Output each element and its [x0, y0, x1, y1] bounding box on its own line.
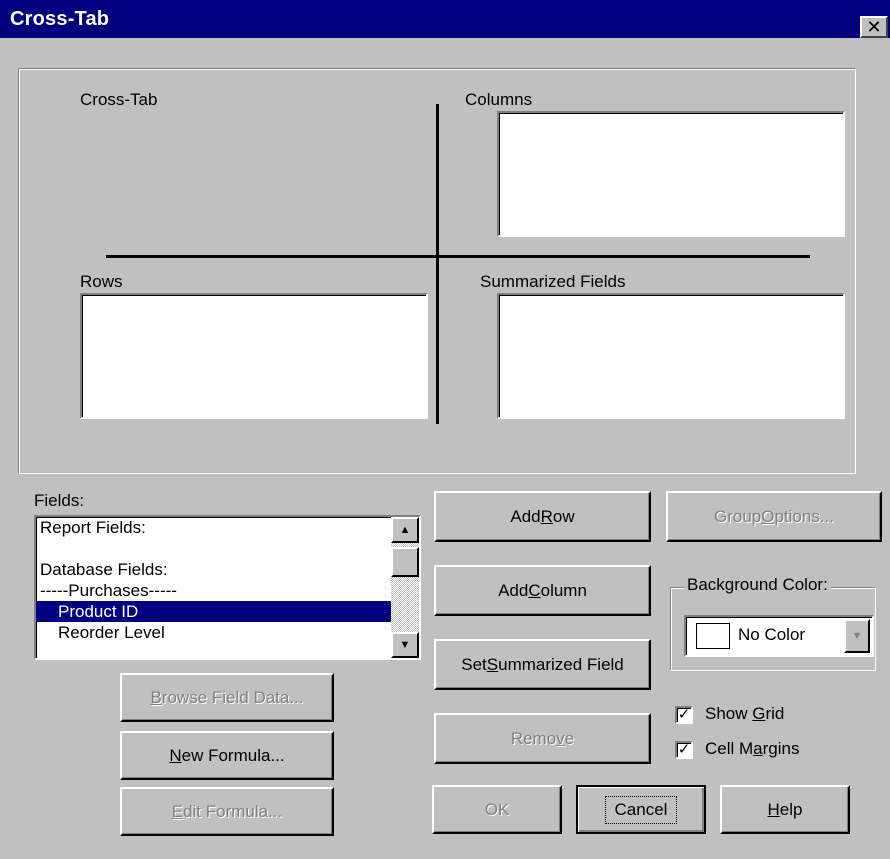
- scroll-up-button[interactable]: ▲: [391, 517, 419, 543]
- fields-listbox[interactable]: Report Fields: Database Fields: -----Purc…: [34, 515, 421, 660]
- rows-box[interactable]: [80, 293, 428, 419]
- label-key: B: [150, 687, 162, 707]
- fields-scrollbar[interactable]: ▲ ▼: [391, 517, 419, 658]
- label-pre: Remo: [510, 728, 557, 748]
- label-post: ummarized Field: [498, 654, 624, 674]
- add-row-button[interactable]: Add Row: [434, 491, 651, 542]
- label-pre: Set: [461, 654, 487, 674]
- label-key: C: [528, 580, 541, 600]
- scroll-down-button[interactable]: ▼: [391, 632, 419, 658]
- browse-field-data-button[interactable]: Browse Field Data...: [120, 673, 334, 722]
- list-item[interactable]: Database Fields:: [36, 559, 419, 580]
- label-pre: Group: [713, 506, 762, 526]
- label-key: N: [169, 745, 182, 765]
- label-post: dit Formula...: [183, 801, 283, 821]
- close-button[interactable]: ✕: [860, 16, 888, 38]
- show-grid-checkbox[interactable]: ✓: [675, 706, 693, 724]
- list-item[interactable]: -----Purchases-----: [36, 580, 419, 601]
- edit-formula-button[interactable]: Edit Formula...: [120, 787, 334, 836]
- label-key: E: [171, 801, 184, 821]
- show-grid-label: Show Grid: [705, 704, 784, 724]
- list-item[interactable]: Product ID: [36, 601, 419, 622]
- vertical-divider: [436, 104, 439, 424]
- background-color-dropdown[interactable]: No Color ▼: [684, 615, 874, 657]
- set-summarized-field-button[interactable]: Set Summarized Field: [434, 639, 651, 690]
- label-pre: Cell M: [705, 739, 754, 758]
- label-post: e: [564, 728, 575, 748]
- label-post: olumn: [540, 580, 587, 600]
- label-post: ow: [552, 506, 575, 526]
- label-pre: Show: [705, 704, 753, 723]
- label-key: O: [761, 506, 775, 526]
- checkmark-icon: ✓: [677, 706, 691, 723]
- summarized-fields-label: Summarized Fields: [480, 272, 626, 291]
- arrow-down-icon: ▼: [399, 639, 411, 651]
- label-post: rgins: [762, 739, 800, 758]
- cell-margins-checkbox[interactable]: ✓: [675, 741, 693, 759]
- add-column-button[interactable]: Add Column: [434, 565, 651, 616]
- window-title: Cross-Tab: [10, 8, 110, 30]
- chevron-down-icon: ▼: [851, 630, 863, 642]
- label-post: ptions...: [774, 506, 835, 526]
- list-item[interactable]: Report Fields:: [36, 517, 419, 538]
- close-icon: ✕: [866, 17, 882, 37]
- horizontal-divider: [106, 255, 810, 258]
- label-post: elp: [779, 799, 803, 819]
- arrow-up-icon: ▲: [399, 524, 411, 536]
- label-pre: Add: [510, 506, 541, 526]
- background-color-value: No Color: [738, 625, 806, 644]
- label-key: G: [752, 704, 766, 723]
- label-key: S: [486, 654, 499, 674]
- label-key: a: [753, 739, 763, 758]
- checkmark-icon: ✓: [677, 741, 691, 758]
- label-key: H: [767, 799, 780, 819]
- fields-label: Fields:: [34, 491, 85, 510]
- columns-box[interactable]: [497, 111, 845, 237]
- label-pre: Add: [498, 580, 529, 600]
- crosstab-label: Cross-Tab: [80, 90, 158, 109]
- remove-button[interactable]: Remo v e: [434, 713, 651, 764]
- cancel-label: Cancel: [604, 795, 678, 824]
- label-post: rowse Field Data...: [161, 687, 304, 707]
- cell-margins-label: Cell Margins: [705, 739, 800, 759]
- dropdown-button[interactable]: ▼: [844, 619, 870, 653]
- title-bar: [0, 0, 890, 38]
- ok-button[interactable]: OK: [432, 785, 562, 834]
- group-options-button[interactable]: Group Options...: [666, 491, 882, 542]
- label-post: rid: [765, 704, 785, 723]
- scroll-thumb[interactable]: [391, 547, 419, 577]
- list-item[interactable]: [36, 538, 419, 559]
- columns-label: Columns: [465, 90, 533, 109]
- rows-label: Rows: [80, 272, 123, 291]
- new-formula-button[interactable]: New Formula...: [120, 731, 334, 780]
- color-swatch: [696, 623, 730, 649]
- list-item[interactable]: Reorder Level: [36, 622, 419, 643]
- background-color-label: Background Color:: [684, 575, 831, 595]
- cancel-button[interactable]: Cancel: [576, 785, 706, 834]
- help-button[interactable]: Help: [720, 785, 850, 834]
- summarized-fields-box[interactable]: [497, 293, 845, 419]
- label-key: v: [556, 728, 565, 748]
- label-post: ew Formula...: [181, 745, 285, 765]
- label-key: R: [540, 506, 553, 526]
